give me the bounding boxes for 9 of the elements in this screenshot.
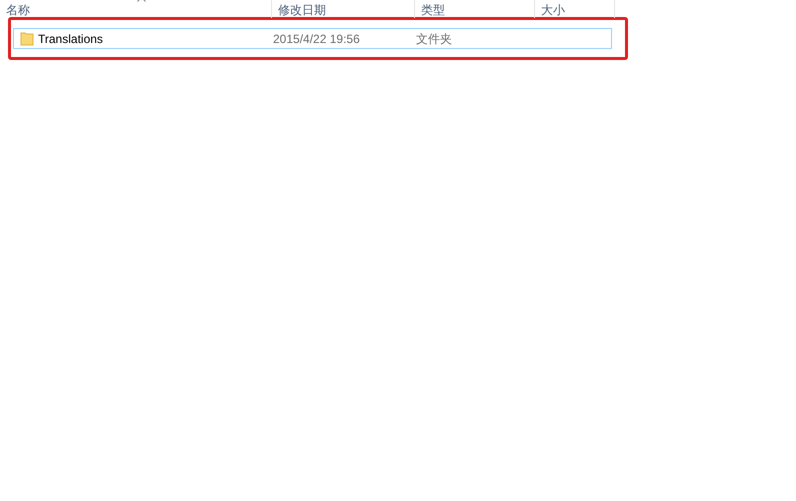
modified-date: 2015/4/22 19:56 (273, 30, 361, 48)
column-header[interactable]: 类型 (415, 0, 535, 18)
file-type: 文件夹 (416, 30, 453, 48)
column-header[interactable]: 修改日期 (272, 0, 415, 18)
column-header[interactable]: 大小 (535, 0, 615, 18)
file-name: Translations (38, 30, 103, 48)
folder-icon (20, 31, 34, 46)
file-row[interactable]: Translations 2015/4/22 19:56 文件夹 (13, 28, 612, 49)
column-header[interactable]: 名称 (0, 0, 272, 18)
